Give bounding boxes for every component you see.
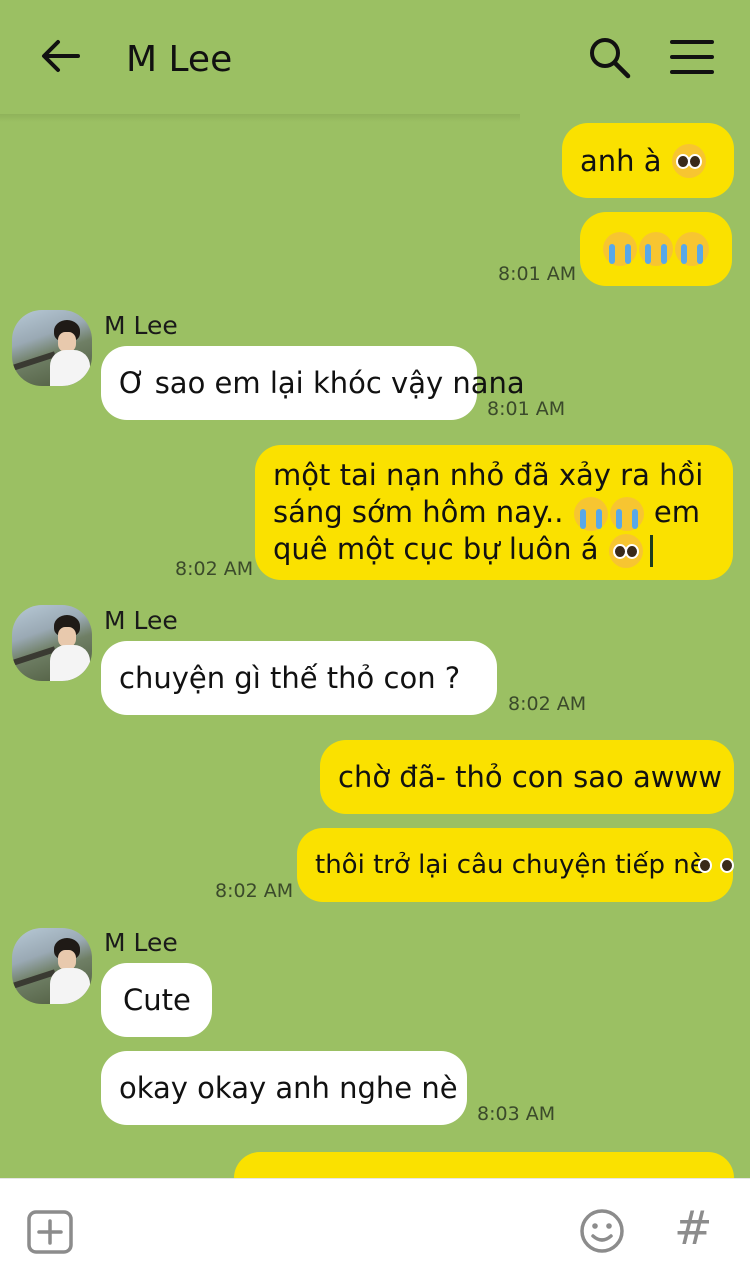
message-text: okay okay anh nghe nè	[119, 1071, 458, 1105]
add-attachment-icon[interactable]	[26, 1209, 74, 1255]
pleading-face-icon	[671, 143, 706, 178]
message-bubble[interactable]: Cute	[101, 963, 212, 1037]
message-bubble[interactable]: Ơ sao em lại khóc vậy nana	[101, 346, 525, 420]
message-bubble[interactable]: okay okay anh nghe nè	[101, 1051, 467, 1125]
message-bubble[interactable]: anh à	[562, 123, 734, 198]
message-time: 8:01 AM	[498, 263, 577, 285]
menu-icon[interactable]	[670, 38, 714, 76]
crying-face-icon	[603, 232, 637, 266]
search-icon[interactable]	[586, 34, 632, 80]
message-bubble[interactable]	[580, 212, 732, 286]
hashtag-icon[interactable]: #	[674, 1201, 713, 1255]
back-arrow-icon[interactable]	[40, 38, 80, 74]
message-text: Ơ sao em lại khóc vậy nana	[119, 366, 525, 400]
crying-face-icon	[609, 497, 644, 531]
message-time: 8:01 AM	[487, 398, 566, 420]
avatar[interactable]	[12, 310, 92, 386]
avatar[interactable]	[12, 928, 92, 1004]
text-cursor	[649, 535, 653, 567]
message-line: sáng sớm hôm nay.. em	[273, 495, 700, 531]
message-bubble[interactable]: một tai nạn nhỏ đã xảy ra hồi sáng sớm h…	[255, 445, 733, 580]
message-bubble[interactable]: thôi trở lại câu chuyện tiếp nè	[297, 828, 734, 902]
sender-name: M Lee	[104, 928, 178, 957]
message-bubble-partial[interactable]	[234, 1152, 734, 1178]
chat-title: M Lee	[126, 39, 233, 80]
message-text: chờ đã- thỏ con sao awww	[338, 760, 722, 794]
message-time: 8:02 AM	[215, 880, 294, 902]
message-time: 8:03 AM	[477, 1103, 556, 1125]
message-line: quê một cục bự luôn á	[273, 531, 703, 568]
message-text: anh à	[580, 143, 662, 178]
message-time: 8:02 AM	[508, 693, 587, 715]
message-list[interactable]: anh à 8:01 AM M Lee Ơ sao em lại khóc vậ…	[0, 118, 750, 1178]
input-bar: #	[0, 1178, 750, 1280]
message-text: Cute	[123, 983, 191, 1017]
message-line: một tai nạn nhỏ đã xảy ra hồi	[273, 458, 704, 492]
message-text: thôi trở lại câu chuyện tiếp nè	[315, 850, 706, 880]
avatar[interactable]	[12, 605, 92, 681]
sender-name: M Lee	[104, 606, 178, 635]
message-bubble[interactable]: chờ đã- thỏ con sao awww	[320, 740, 734, 814]
message-time: 8:02 AM	[175, 558, 254, 580]
crying-face-icon	[675, 232, 709, 266]
sender-name: M Lee	[104, 311, 178, 340]
chat-header: M Lee	[0, 0, 750, 118]
emoji-icon[interactable]	[578, 1207, 626, 1255]
pleading-face-icon	[608, 534, 643, 568]
message-bubble[interactable]: chuyện gì thế thỏ con ?	[101, 641, 497, 715]
crying-face-icon	[639, 232, 673, 266]
message-text: chuyện gì thế thỏ con ?	[119, 661, 461, 695]
crying-face-icon	[573, 497, 608, 531]
